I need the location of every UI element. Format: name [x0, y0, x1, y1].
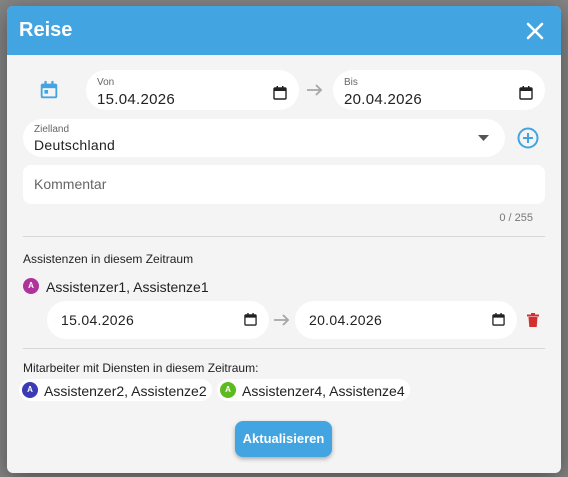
staff-name: Assistenzer2, Assistenze2 — [44, 383, 207, 399]
avatar: A — [220, 382, 236, 398]
assistant-date-from-value: 15.04.2026 — [61, 312, 135, 328]
staff-name: Assistenzer4, Assistenze4 — [242, 383, 405, 399]
update-button[interactable]: Aktualisieren — [235, 421, 332, 457]
avatar: A — [23, 278, 39, 294]
date-from-value: 15.04.2026 — [97, 91, 176, 108]
assistant-name: Assistenzer1, Assistenze1 — [46, 279, 209, 295]
comment-placeholder: Kommentar — [34, 176, 107, 192]
calendar-picker-icon[interactable] — [244, 313, 257, 326]
delete-icon[interactable] — [527, 313, 539, 327]
assistant-date-from[interactable]: 15.04.2026 — [47, 301, 269, 339]
country-value: Deutschland — [34, 137, 116, 153]
divider — [23, 348, 545, 349]
staff-chip: A Assistenzer4, Assistenze4 — [217, 379, 410, 401]
country-select[interactable]: Zielland Deutschland — [23, 119, 505, 157]
arrow-right-icon — [307, 84, 323, 96]
calendar-picker-icon[interactable] — [519, 86, 533, 100]
assistants-heading: Assistenzen in diesem Zeitraum — [23, 252, 194, 266]
dropdown-arrow-icon[interactable] — [478, 135, 489, 141]
date-from-field[interactable]: Von 15.04.2026 — [86, 70, 299, 110]
date-to-label: Bis — [344, 77, 358, 88]
close-icon[interactable] — [523, 19, 547, 43]
avatar: A — [22, 382, 38, 398]
assistant-date-to[interactable]: 20.04.2026 — [295, 301, 517, 339]
dialog-header: Reise — [7, 6, 561, 55]
dialog-title: Reise — [19, 19, 73, 41]
calendar-picker-icon[interactable] — [273, 86, 287, 100]
date-from-label: Von — [97, 77, 115, 88]
comment-input[interactable]: Kommentar — [23, 165, 545, 204]
arrow-right-icon — [274, 314, 290, 326]
calendar-icon — [40, 80, 58, 99]
staff-heading: Mitarbeiter mit Diensten in diesem Zeitr… — [23, 361, 259, 375]
calendar-picker-icon[interactable] — [492, 313, 505, 326]
date-to-value: 20.04.2026 — [344, 91, 423, 108]
assistant-date-to-value: 20.04.2026 — [309, 312, 383, 328]
comment-counter: 0 / 255 — [499, 212, 533, 224]
country-label: Zielland — [34, 124, 70, 135]
divider — [23, 236, 545, 237]
add-circle-icon[interactable] — [516, 126, 540, 150]
date-to-field[interactable]: Bis 20.04.2026 — [333, 70, 545, 110]
travel-dialog: Reise Von 15.04.2026 Bis 20.04.2026 Ziel… — [7, 6, 561, 473]
staff-chip: A Assistenzer2, Assistenze2 — [19, 379, 212, 401]
